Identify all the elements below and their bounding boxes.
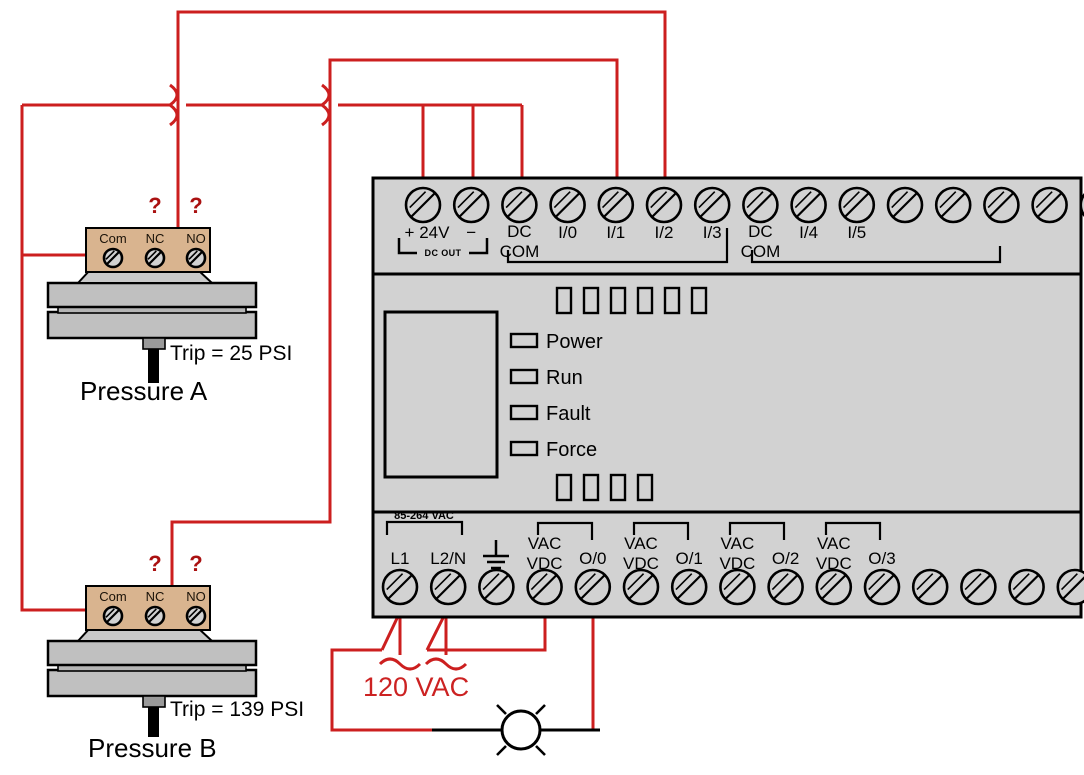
output-terminal-screws — [381, 568, 1084, 606]
output-led-3 — [636, 473, 654, 502]
terminal-screw-t-o1[interactable] — [670, 568, 708, 606]
terminal-screw-t-o2[interactable] — [767, 568, 804, 606]
wire-120vac-left — [330, 648, 500, 732]
wire-layer — [20, 10, 1084, 756]
terminal-screw-t-dccom-2[interactable] — [742, 186, 779, 224]
terminal-screw-t-o0[interactable] — [574, 568, 612, 606]
terminal-screw-t-vacvdc-0[interactable] — [526, 568, 563, 606]
led-fault-box — [509, 404, 539, 421]
led-power-box — [509, 332, 539, 349]
switch-b-screw-no[interactable] — [185, 605, 207, 627]
led-force-box — [509, 440, 539, 457]
terminal-screw-t-blank-3[interactable] — [983, 186, 1020, 224]
terminal-screw-t-plus24v[interactable] — [404, 186, 442, 224]
terminal-screw-t-vacvdc-2[interactable] — [719, 568, 756, 606]
switch-b-screw-com[interactable] — [102, 605, 124, 627]
diagram-canvas: + 24V − DC COM I/0 I/1 I/2 I/3 DC COM I/4 I/5 L1 L2/… — [0, 0, 1084, 775]
terminal-screw-t-l1[interactable] — [381, 568, 419, 606]
terminal-screw-t-l2n[interactable] — [429, 568, 467, 606]
terminal-screw-t-blank-6[interactable] — [911, 568, 949, 606]
switch-b-screw-nc[interactable] — [144, 605, 166, 627]
terminal-screw-t-i0[interactable] — [549, 186, 586, 224]
input-led-4 — [663, 286, 681, 315]
terminal-screw-t-o3[interactable] — [863, 568, 901, 606]
terminal-screw-t-blank-4[interactable] — [1031, 186, 1068, 224]
terminal-screw-t-i4[interactable] — [790, 186, 827, 224]
switch-a-screw-no[interactable] — [185, 247, 207, 269]
led-run-box — [509, 368, 539, 385]
terminal-screw-t-blank-7[interactable] — [960, 568, 997, 606]
indicator-lamp — [432, 704, 600, 756]
wire-hop-1 — [169, 83, 179, 127]
input-led-5 — [690, 286, 708, 315]
terminal-screw-t-blank-2[interactable] — [934, 186, 972, 224]
output-led-2 — [609, 473, 627, 502]
terminal-screw-t-dccom-1[interactable] — [501, 186, 538, 224]
wire-hop-120vac-b — [424, 657, 468, 671]
input-led-2 — [609, 286, 627, 315]
wire-drop-to-switch-b — [170, 105, 332, 592]
terminal-screw-t-blank-8[interactable] — [1008, 568, 1045, 606]
output-led-0 — [555, 473, 573, 502]
wire-hop-2 — [321, 83, 331, 127]
input-led-0 — [555, 286, 573, 315]
input-led-3 — [636, 286, 654, 315]
terminal-screw-t-minus[interactable] — [452, 186, 490, 224]
terminal-screw-t-blank-9[interactable] — [1056, 568, 1084, 606]
input-led-1 — [582, 286, 600, 315]
terminal-screw-t-i5[interactable] — [838, 186, 876, 224]
terminal-screw-t-i3[interactable] — [693, 186, 731, 224]
wire-o0-to-lamp — [545, 612, 595, 732]
terminal-screw-t-vacvdc-3[interactable] — [815, 568, 853, 606]
switch-a-screw-nc[interactable] — [144, 247, 166, 269]
terminal-screw-t-i2[interactable] — [645, 186, 683, 224]
wire-hop-120vac-a — [378, 657, 422, 671]
switch-a-screw-com[interactable] — [102, 247, 124, 269]
terminal-screw-t-i1[interactable] — [597, 186, 635, 224]
terminal-screw-t-vacvdc-1[interactable] — [622, 568, 660, 606]
terminal-screw-t-ground[interactable] — [478, 568, 515, 606]
terminal-screw-t-blank-1[interactable] — [886, 186, 924, 224]
output-led-1 — [582, 473, 600, 502]
